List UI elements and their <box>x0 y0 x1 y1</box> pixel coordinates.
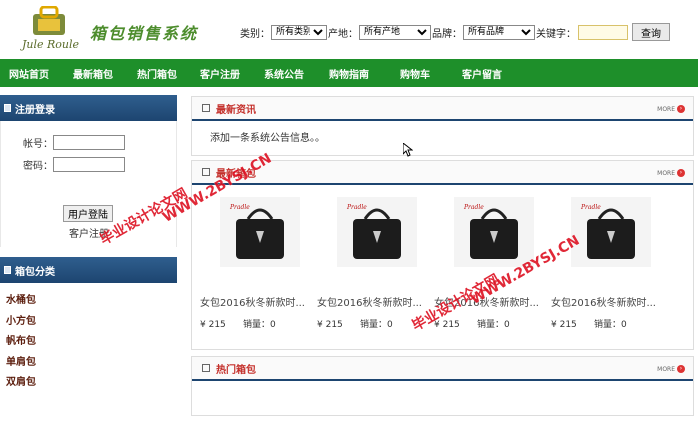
nav-register[interactable]: 客户注册 <box>200 66 240 81</box>
handbag-image[interactable]: Pradle <box>337 197 417 267</box>
password-input[interactable] <box>53 157 125 172</box>
product-card[interactable]: Pradle 女包2016秋冬新款时... ¥ 215 销量：0 <box>200 197 310 330</box>
list-icon <box>4 104 11 112</box>
main-nav: 网站首页 最新箱包 热门箱包 客户注册 系统公告 购物指南 购物车 客户留言 <box>0 59 698 87</box>
login-box-title: 注册登录 <box>15 104 55 116</box>
category-box-header: 箱包分类 <box>0 257 177 283</box>
more-label: MORE <box>657 169 675 177</box>
product-sales: 销量：0 <box>476 320 510 330</box>
product-card[interactable]: Pradle 女包2016秋冬新款时... ¥ 215 销量：0 <box>317 197 427 330</box>
hot-panel: 热门箱包 MORE › <box>191 356 694 416</box>
product-sales: 销量：0 <box>242 320 276 330</box>
mouse-cursor-icon <box>403 143 413 157</box>
category-select[interactable]: 所有类别 <box>271 24 327 40</box>
nav-latest[interactable]: 最新箱包 <box>73 66 113 81</box>
product-card[interactable]: Pradle 女包2016秋冬新款时... ¥ 215 销量：0 <box>551 197 661 330</box>
bag-logo-icon <box>33 6 65 35</box>
news-more-link[interactable]: MORE › <box>657 105 685 113</box>
doc-icon <box>202 168 210 176</box>
login-form: 帐号： 密码： 用户登陆 客户注册 <box>0 121 177 247</box>
keyword-input[interactable] <box>578 24 628 40</box>
brand-select[interactable]: 所有品牌 <box>463 24 535 40</box>
news-item[interactable]: 添加一条系统公告信息。。 <box>210 129 325 144</box>
nav-message[interactable]: 客户留言 <box>462 66 502 81</box>
svg-text:Pradle: Pradle <box>463 204 484 211</box>
login-box-header: 注册登录 <box>0 95 177 121</box>
news-title: 最新资讯 <box>216 104 256 116</box>
search-button[interactable]: 查询 <box>632 23 670 41</box>
doc-icon <box>202 104 210 112</box>
nav-guide[interactable]: 购物指南 <box>329 66 369 81</box>
svg-text:Pradle: Pradle <box>580 204 601 211</box>
arrow-right-icon: › <box>677 105 685 113</box>
arrow-right-icon: › <box>677 169 685 177</box>
category-list: 水桶包 小方包 帆布包 单肩包 双肩包 <box>0 283 177 394</box>
nav-cart[interactable]: 购物车 <box>400 66 430 81</box>
category-item[interactable]: 水桶包 <box>6 291 177 312</box>
product-price: ¥ 215 <box>551 320 577 330</box>
category-item[interactable]: 双肩包 <box>6 373 177 394</box>
nav-home[interactable]: 网站首页 <box>9 66 49 81</box>
latest-panel: 最新箱包 MORE › Pradle 女包2016秋冬新款时... ¥ 215 销… <box>191 160 694 350</box>
account-label: 帐号： <box>23 139 53 150</box>
category-label: 类别： <box>240 28 270 40</box>
handbag-image[interactable]: Pradle <box>220 197 300 267</box>
product-name[interactable]: 女包2016秋冬新款时... <box>317 294 427 309</box>
logo-text: Jule Roule <box>22 38 80 51</box>
product-meta: ¥ 215 销量：0 <box>551 317 661 330</box>
handbag-image[interactable]: Pradle <box>454 197 534 267</box>
latest-more-link[interactable]: MORE › <box>657 169 685 177</box>
list-icon <box>4 266 11 274</box>
news-panel: 最新资讯 MORE › 添加一条系统公告信息。。 <box>191 96 694 156</box>
keyword-label: 关键字： <box>536 28 576 40</box>
product-price: ¥ 215 <box>200 320 226 330</box>
header: Jule Roule 箱包销售系统 类别： 所有类别 产地： 所有产地 品牌： … <box>0 0 698 58</box>
category-item[interactable]: 单肩包 <box>6 353 177 374</box>
more-label: MORE <box>657 365 675 373</box>
product-name[interactable]: 女包2016秋冬新款时... <box>551 294 661 309</box>
category-item[interactable]: 小方包 <box>6 312 177 333</box>
category-item[interactable]: 帆布包 <box>6 332 177 353</box>
sidebar: 注册登录 帐号： 密码： 用户登陆 客户注册 箱包分类 水桶包 小方包 帆布包 … <box>0 95 177 394</box>
product-sales: 销量：0 <box>593 320 627 330</box>
origin-label: 产地： <box>328 28 358 40</box>
hot-more-link[interactable]: MORE › <box>657 365 685 373</box>
more-label: MORE <box>657 105 675 113</box>
site-name: 箱包销售系统 <box>90 24 199 43</box>
product-name[interactable]: 女包2016秋冬新款时... <box>200 294 310 309</box>
handbag-image[interactable]: Pradle <box>571 197 651 267</box>
login-button[interactable]: 用户登陆 <box>63 205 113 222</box>
nav-hot[interactable]: 热门箱包 <box>137 66 177 81</box>
news-panel-header: 最新资讯 MORE › <box>192 97 693 121</box>
svg-text:Pradle: Pradle <box>346 204 367 211</box>
hot-panel-header: 热门箱包 MORE › <box>192 357 693 381</box>
account-input[interactable] <box>53 135 125 150</box>
doc-icon <box>202 364 210 372</box>
svg-text:Pradle: Pradle <box>229 204 250 211</box>
origin-select[interactable]: 所有产地 <box>359 24 431 40</box>
product-meta: ¥ 215 销量：0 <box>200 317 310 330</box>
brand-label: 品牌： <box>432 28 462 40</box>
product-sales: 销量：0 <box>359 320 393 330</box>
product-meta: ¥ 215 销量：0 <box>434 317 544 330</box>
search-bar: 类别： 所有类别 产地： 所有产地 品牌： 所有品牌 关键字： 查询 <box>240 23 670 41</box>
password-label: 密码： <box>23 161 53 172</box>
hot-title: 热门箱包 <box>216 364 256 376</box>
arrow-right-icon: › <box>677 365 685 373</box>
product-price: ¥ 215 <box>317 320 343 330</box>
nav-announcement[interactable]: 系统公告 <box>264 66 304 81</box>
category-box-title: 箱包分类 <box>15 266 55 278</box>
